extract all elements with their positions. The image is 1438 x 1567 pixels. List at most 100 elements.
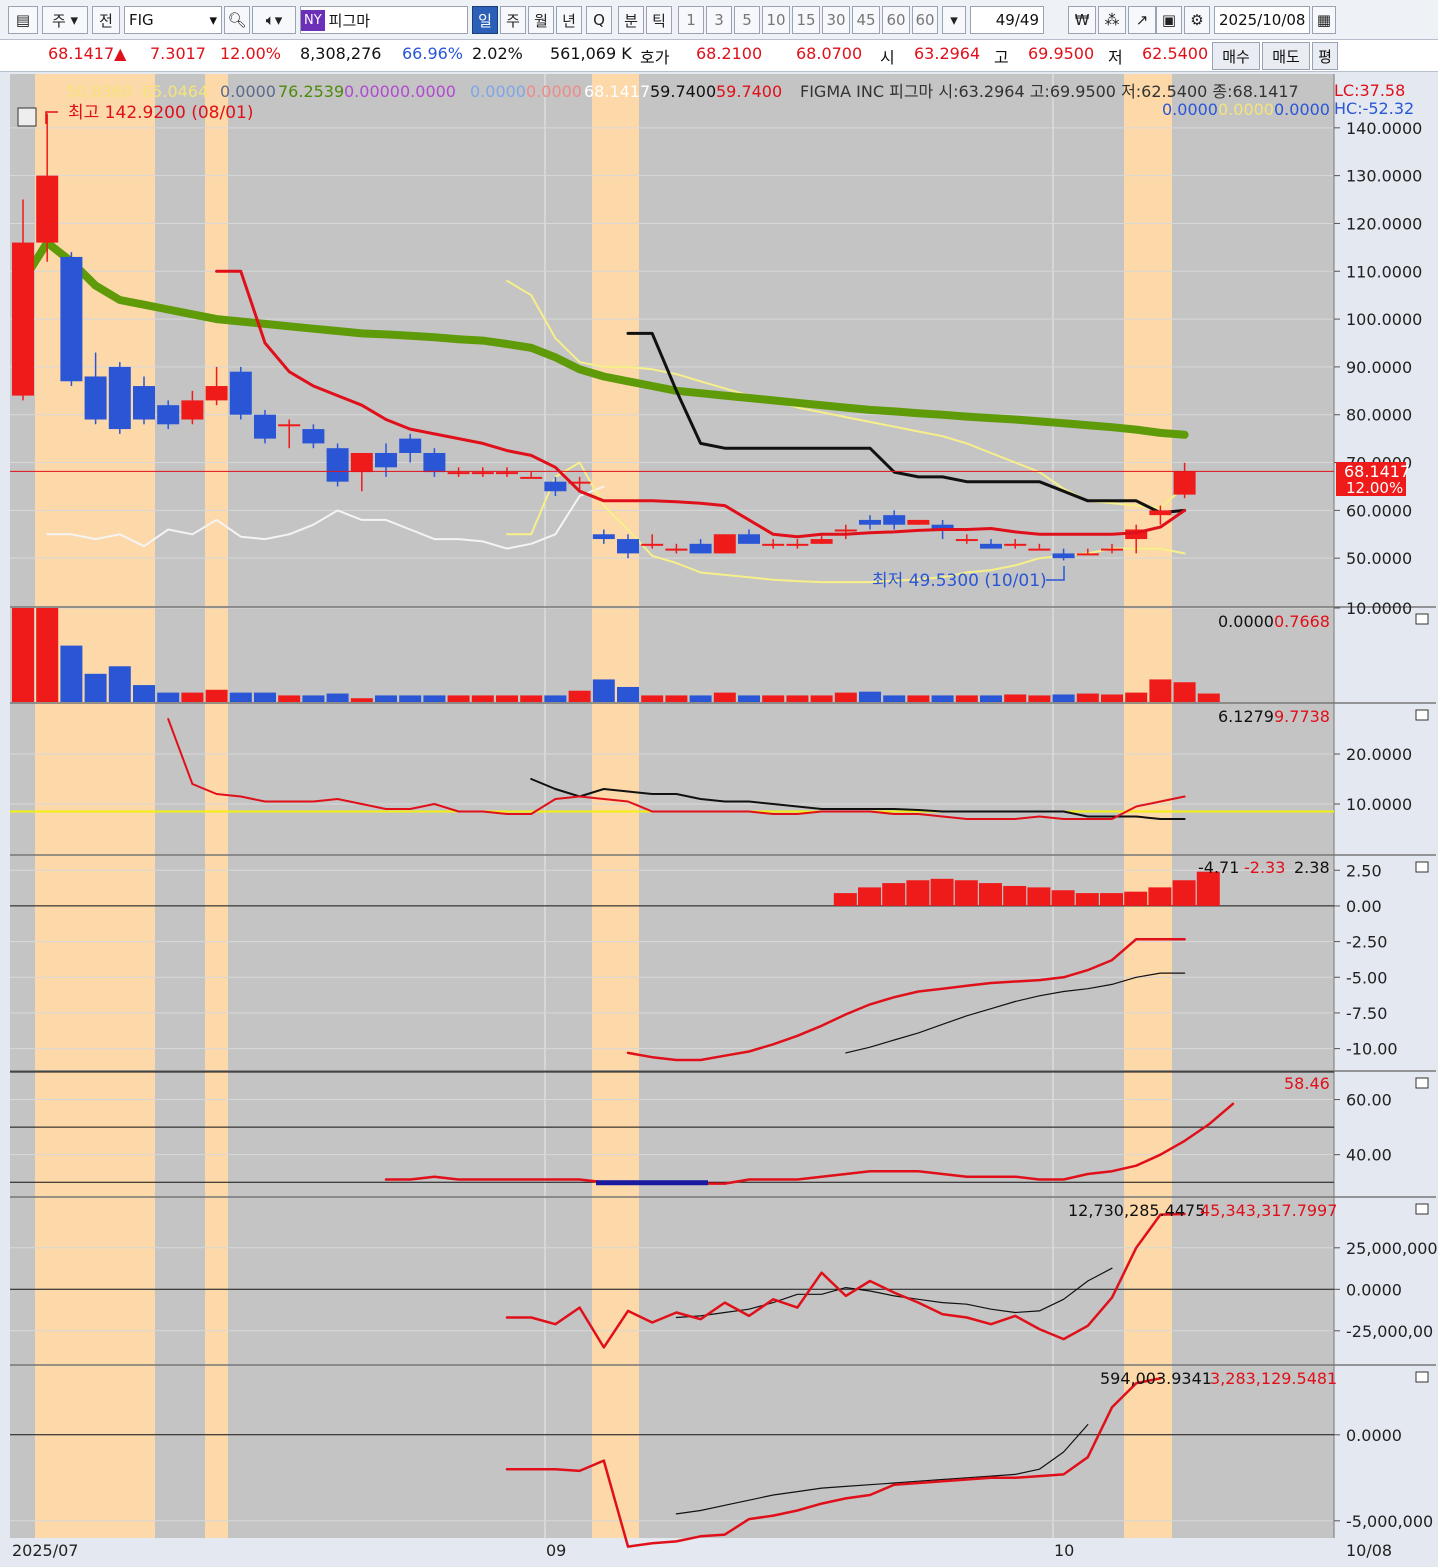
macd-value-3: 2.38 (1294, 858, 1330, 877)
volume-bar (689, 695, 712, 702)
period-daily[interactable]: 일 (472, 6, 498, 34)
y-tick-label-0-1: 130.0000 (1346, 167, 1422, 186)
volume-bar (1028, 695, 1051, 702)
interval-1[interactable]: 1 (678, 6, 704, 34)
candle (713, 534, 736, 554)
interval-60[interactable]: 60 (882, 6, 910, 34)
symbol-input[interactable]: FIG ▾ (124, 6, 222, 34)
stock-name-field[interactable]: NY 피그마 (300, 6, 468, 34)
open-label: 시 (880, 48, 895, 67)
high-value: 69.9500 (1028, 44, 1095, 63)
period-tick[interactable]: 틱 (646, 6, 672, 34)
search-icon[interactable]: 🔍︎ (224, 6, 250, 34)
macd-hist-bar (1172, 880, 1196, 906)
candle (810, 539, 833, 544)
ind5-value-1: 12,730,285.4475 (1068, 1201, 1205, 1220)
candle (157, 405, 180, 425)
legend-v2: 76.2539 (278, 82, 344, 101)
speaker-icon[interactable]: 🔈︎▾ (252, 6, 296, 34)
date-field[interactable]: 2025/10/08 (1214, 6, 1310, 34)
y-tick-label-2-1: 10.0000 (1346, 795, 1412, 814)
period-quarterly[interactable]: Q (586, 6, 612, 34)
volume-bar (1101, 694, 1123, 702)
interval-45[interactable]: 45 (852, 6, 880, 34)
y-tick-label-3-5: -10.00 (1346, 1040, 1398, 1059)
volume-bar (181, 692, 204, 702)
panel-close-icon[interactable] (1415, 613, 1429, 625)
highlight-band-3 (1124, 74, 1172, 1538)
ratio-value: 66.96% (402, 44, 464, 63)
interval-30[interactable]: 30 (822, 6, 850, 34)
candle (36, 175, 59, 243)
candle (375, 452, 397, 468)
period-weekly[interactable]: 주 (500, 6, 526, 34)
interval-10[interactable]: 10 (762, 6, 790, 34)
price-value: 68.1417 (48, 44, 115, 63)
period-yearly[interactable]: 년 (556, 6, 582, 34)
prev-button[interactable]: 전 (92, 6, 120, 34)
sell-button[interactable]: 매도 (1262, 42, 1310, 70)
volume-bar (84, 673, 107, 702)
save-icon[interactable]: ▣ (1156, 6, 1182, 34)
eval-button[interactable]: 평 (1312, 42, 1338, 70)
macd-value-1: -4.71 (1198, 858, 1239, 877)
currency-icon[interactable]: ₩ (1068, 6, 1096, 34)
grid-icon[interactable]: ⁂ (1098, 6, 1126, 34)
interval-custom[interactable]: 60 (912, 6, 938, 34)
volume-bar (1197, 693, 1220, 702)
macd-hist-bar (1003, 885, 1027, 906)
macd-hist-bar (930, 878, 954, 906)
candle (350, 452, 373, 473)
page-counter[interactable]: 49/49 (970, 6, 1044, 34)
macd-hist-bar (979, 883, 1002, 906)
candle (907, 519, 930, 525)
interval-15[interactable]: 15 (792, 6, 820, 34)
trend-icon[interactable]: ↗ (1128, 6, 1156, 34)
legend-hc: HC:-52.32 (1334, 99, 1414, 118)
candle (665, 548, 688, 551)
chart-area[interactable]: 140.0000 130.0000 120.0000 110.0000 100.0000… (0, 72, 1438, 1563)
y-tick-label-3-1: 0.00 (1346, 897, 1382, 916)
amount-value: 561,069 K (550, 44, 632, 63)
volume-bar (302, 695, 325, 702)
candle (447, 472, 470, 475)
panel-close-icon[interactable] (1415, 861, 1429, 873)
volume-bar (108, 666, 131, 702)
macd-hist-bar (833, 893, 857, 906)
y-tick-label-3-4: -7.50 (1346, 1004, 1387, 1023)
volume-bar (955, 695, 978, 702)
y-tick-label-4-0: 60.00 (1346, 1091, 1392, 1110)
gear-icon[interactable]: ⚙ (1184, 6, 1210, 34)
legend-lc: LC:37.58 (1334, 81, 1405, 100)
calendar-icon[interactable]: ▦ (1312, 6, 1336, 34)
rsi-value: 58.46 (1284, 1074, 1330, 1093)
panel-close-icon[interactable] (1415, 1203, 1429, 1215)
y-tick-label-4-1: 40.00 (1346, 1146, 1392, 1165)
panel-close-icon[interactable] (1415, 1077, 1429, 1089)
volume-bar (907, 695, 930, 702)
candle (1149, 510, 1172, 516)
candle (1173, 471, 1196, 495)
legend-v5: 0.0000 (470, 82, 526, 101)
chevron-down-icon[interactable]: ▾ (209, 11, 221, 29)
highlight-band-0 (35, 74, 155, 1538)
period-minute[interactable]: 분 (618, 6, 644, 34)
panel-close-icon[interactable] (1415, 1371, 1429, 1383)
panel-table-icon[interactable] (17, 107, 37, 127)
low-label: 저 (1108, 48, 1123, 67)
period-monthly[interactable]: 월 (528, 6, 554, 34)
candle (834, 529, 857, 532)
panel-close-icon[interactable] (1415, 709, 1429, 721)
market-select[interactable]: 주 ▾ (42, 6, 88, 34)
candle (859, 519, 881, 525)
candle (1028, 548, 1051, 551)
candle (205, 386, 228, 401)
candle (399, 438, 422, 453)
volume-bar (399, 695, 422, 702)
window-menu-icon[interactable]: ▤ (8, 6, 38, 34)
interval-3[interactable]: 3 (706, 6, 732, 34)
interval-chevron-down-icon[interactable]: ▾ (942, 6, 966, 34)
buy-button[interactable]: 매수 (1212, 42, 1260, 70)
volume-bar (665, 695, 688, 702)
interval-5[interactable]: 5 (734, 6, 760, 34)
